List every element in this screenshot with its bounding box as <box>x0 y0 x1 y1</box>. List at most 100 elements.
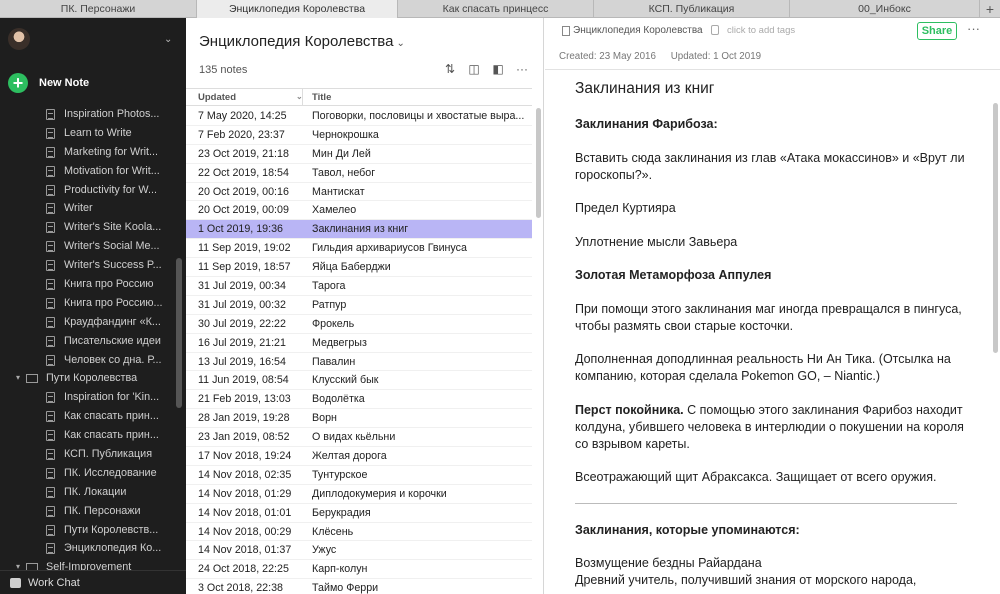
note-row[interactable]: 23 Oct 2019, 21:18 Мин Ди Лей <box>186 145 532 164</box>
reminder-icon[interactable]: ◧ <box>491 62 505 76</box>
notebook-icon <box>46 203 55 215</box>
sidebar-stack[interactable]: ▾ Пути Королевства <box>0 369 174 388</box>
editor-scrollbar[interactable] <box>993 103 998 353</box>
sidebar-notebook-item[interactable]: ПК. Исследование <box>0 464 174 483</box>
editor-more-icon[interactable]: ··· <box>967 21 980 36</box>
column-updated[interactable]: Updated <box>198 92 236 103</box>
editor-toolbar: Энциклопедия Королевства click to add ta… <box>545 18 1000 44</box>
sidebar-notebook-item[interactable]: Энциклопедия Ко... <box>0 539 174 558</box>
sidebar-notebook-item[interactable]: Пути Королевств... <box>0 521 174 540</box>
note-row[interactable]: 17 Nov 2018, 19:24 Желтая дорога <box>186 447 532 466</box>
more-options-icon[interactable]: ··· <box>515 62 529 76</box>
notebook-icon <box>46 448 55 460</box>
sidebar-notebook-item[interactable]: Marketing for Writ... <box>0 143 174 162</box>
column-header: Updated ⌄ Title <box>186 88 532 106</box>
paragraph: Возмущение бездны Райардана <box>575 556 762 570</box>
note-row[interactable]: 16 Jul 2019, 21:21 Медвегрыз <box>186 334 532 353</box>
note-row-selected[interactable]: 1 Oct 2019, 19:36 Заклинания из книг <box>186 220 532 240</box>
note-title-cell: Заклинания из книг <box>312 223 409 236</box>
note-row[interactable]: 7 May 2020, 14:25 Поговорки, пословицы и … <box>186 107 532 126</box>
note-title-cell: Поговорки, пословицы и хвостатые выра... <box>312 110 525 122</box>
note-updated-date: 30 Jul 2019, 22:22 <box>198 317 286 330</box>
tag-input[interactable]: click to add tags <box>727 25 795 36</box>
sidebar-notebook-item[interactable]: Inspiration for 'Kin... <box>0 388 174 407</box>
note-row[interactable]: 14 Nov 2018, 02:35 Тунтурское <box>186 466 532 485</box>
note-updated-date: 11 Sep 2019, 19:02 <box>198 242 291 255</box>
sidebar-notebook-item[interactable]: Inspiration Photos... <box>0 105 174 124</box>
sidebar-notebook-item[interactable]: Writer's Success P... <box>0 256 174 275</box>
sidebar-notebook-item[interactable]: Как спасать прин... <box>0 407 174 426</box>
sort-icon[interactable]: ⇅ <box>443 62 457 76</box>
notebook-icon <box>46 354 55 366</box>
sidebar-notebook-item[interactable]: Learn to Write <box>0 124 174 143</box>
avatar[interactable] <box>8 28 30 50</box>
new-note-button[interactable]: + New Note <box>8 73 89 93</box>
tab-kingdom-encyclopedia[interactable]: Энциклопедия Королевства <box>197 0 398 18</box>
new-tab-button[interactable]: + <box>980 0 1000 17</box>
note-body[interactable]: Заклинания Фарибоза: Вставить сюда закли… <box>575 116 975 589</box>
note-row[interactable]: 30 Jul 2019, 22:22 Фрокель <box>186 315 532 334</box>
note-row[interactable]: 7 Feb 2020, 23:37 Чернокрошка <box>186 126 532 145</box>
share-button[interactable]: Share <box>917 22 957 40</box>
note-row[interactable]: 24 Oct 2018, 22:25 Карп-колун <box>186 560 532 580</box>
note-title-cell: Клёсень <box>312 525 354 538</box>
caret-down-icon[interactable]: ▾ <box>16 369 20 388</box>
sidebar-notebook-item[interactable]: Motivation for Writ... <box>0 162 174 181</box>
sidebar-notebook-item[interactable]: КСП. Публикация <box>0 445 174 464</box>
note-row[interactable]: 11 Jun 2019, 08:54 Клусский бык <box>186 371 532 391</box>
note-updated-date: 20 Oct 2019, 00:09 <box>198 204 289 217</box>
sidebar-notebook-item[interactable]: ПК. Локации <box>0 483 174 502</box>
account-chevron-down-icon[interactable]: ⌄ <box>164 34 172 45</box>
note-row[interactable]: 14 Nov 2018, 00:29 Клёсень <box>186 523 532 542</box>
sidebar-scrollbar[interactable] <box>176 258 182 408</box>
note-row[interactable]: 21 Feb 2019, 13:03 Водолётка <box>186 390 532 410</box>
column-title[interactable]: Title <box>312 92 331 103</box>
note-row[interactable]: 3 Oct 2018, 22:38 Таймо Ферри <box>186 579 532 594</box>
note-row[interactable]: 14 Nov 2018, 01:37 Ужус <box>186 541 532 561</box>
tab-inbox[interactable]: 00_Инбокс <box>790 0 980 18</box>
note-row[interactable]: 14 Nov 2018, 01:01 Берукрадия <box>186 504 532 523</box>
sidebar-notebook-item[interactable]: Человек со дна. Р... <box>0 351 174 370</box>
note-row[interactable]: 13 Jul 2019, 16:54 Павалин <box>186 353 532 372</box>
sidebar-item-label: Как спасать прин... <box>64 429 159 442</box>
sidebar-notebook-item[interactable]: ПК. Персонажи <box>0 502 174 521</box>
paragraph: При помощи этого заклинания маг иногда п… <box>575 301 962 333</box>
notebook-icon <box>46 543 55 555</box>
note-title-cell: Мин Ди Лей <box>312 147 371 160</box>
note-row[interactable]: 11 Sep 2019, 19:02 Гильдия архивариусов Г… <box>186 239 532 259</box>
plus-icon: + <box>8 73 28 93</box>
sidebar-notebook-item[interactable]: Writer's Social Me... <box>0 237 174 256</box>
work-chat-button[interactable]: Work Chat <box>0 570 186 594</box>
sidebar-notebook-item[interactable]: Книга про Россию <box>0 275 174 294</box>
note-row[interactable]: 20 Oct 2019, 00:09 Хамелео <box>186 201 532 221</box>
note-updated-date: 13 Jul 2019, 16:54 <box>198 355 286 368</box>
notebook-icon <box>46 335 55 347</box>
note-row[interactable]: 14 Nov 2018, 01:29 Диплодокумерия и короч… <box>186 485 532 504</box>
sidebar-notebook-item[interactable]: Писательские идеи <box>0 332 174 351</box>
tab-ksp-publication[interactable]: КСП. Публикация <box>594 0 790 18</box>
notebook-title[interactable]: Энциклопедия Королевства ⌄ <box>199 33 405 50</box>
sidebar-notebook-item[interactable]: Как спасать прин... <box>0 426 174 445</box>
tab-pk-characters[interactable]: ПК. Персонажи <box>0 0 197 18</box>
sidebar-notebook-item[interactable]: Краудфандинг «К... <box>0 313 174 332</box>
editor-notebook-name[interactable]: Энциклопедия Королевства <box>573 25 703 36</box>
note-list-scrollbar[interactable] <box>536 108 541 218</box>
sidebar-item-label: Writer's Site Koola... <box>64 221 162 234</box>
note-row[interactable]: 28 Jan 2019, 19:28 Ворн <box>186 409 532 429</box>
sidebar-notebook-item[interactable]: Productivity for W... <box>0 181 174 200</box>
notebook-icon <box>46 297 55 309</box>
sidebar-notebook-item[interactable]: Writer's Site Koola... <box>0 218 174 237</box>
view-options-icon[interactable]: ◫ <box>467 62 481 76</box>
notebook-icon <box>46 278 55 290</box>
tab-how-to-save-princesses[interactable]: Как спасать принцесс <box>398 0 594 18</box>
sidebar-item-label: Пути Королевств... <box>64 523 159 536</box>
sidebar-notebook-item[interactable]: Книга про Россию... <box>0 294 174 313</box>
sidebar-notebook-item[interactable]: Writer <box>0 199 174 218</box>
note-row[interactable]: 31 Jul 2019, 00:32 Ратпур <box>186 296 532 315</box>
note-row[interactable]: 20 Oct 2019, 00:16 Мантискат <box>186 183 532 202</box>
note-row[interactable]: 23 Jan 2019, 08:52 О видах кьёльни <box>186 428 532 448</box>
note-title[interactable]: Заклинания из книг <box>575 80 714 98</box>
note-row[interactable]: 31 Jul 2019, 00:34 Тарога <box>186 277 532 296</box>
note-row[interactable]: 22 Oct 2019, 18:54 Тавол, небог <box>186 164 532 183</box>
note-row[interactable]: 11 Sep 2019, 18:57 Яйца Баберджи <box>186 258 532 278</box>
